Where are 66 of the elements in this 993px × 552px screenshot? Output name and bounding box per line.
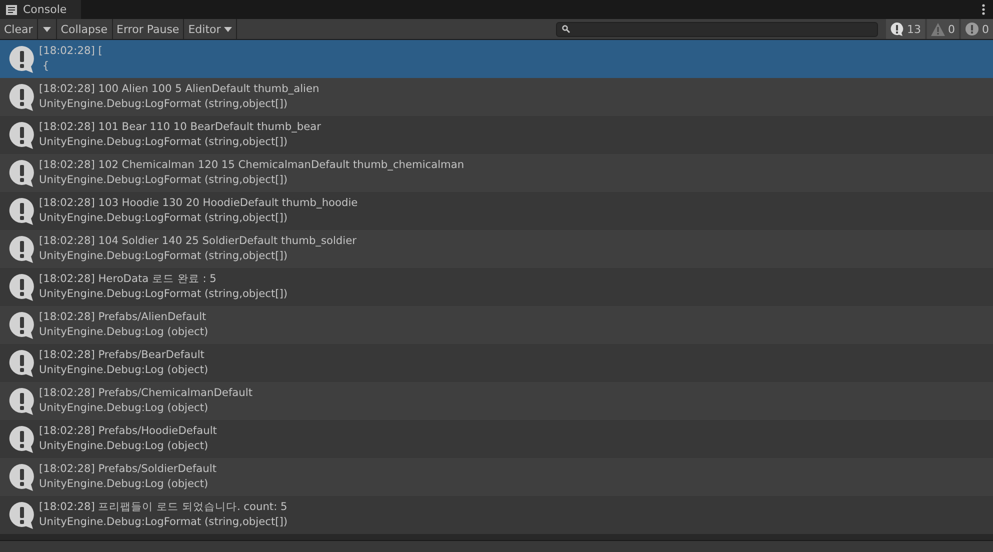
log-message: [18:02:28] 100 Alien 100 5 AlienDefault thumb_alien xyxy=(39,82,320,97)
log-stack: UnityEngine.Debug:LogFormat (string,object[]) xyxy=(39,249,288,264)
log-stack: UnityEngine.Debug:Log (object) xyxy=(39,325,208,340)
search-field[interactable] xyxy=(556,22,878,36)
log-entry[interactable]: [18:02:28] Prefabs/BearDefault UnityEngine.Debug:Log (object) xyxy=(0,344,993,382)
log-message: [18:02:28] [ xyxy=(39,44,102,59)
error-toggle[interactable]: 0 xyxy=(961,19,993,39)
log-message: [18:02:28] HeroData 로드 완료 : 5 xyxy=(39,272,218,287)
log-entry[interactable]: [18:02:28] 102 Chemicalman 120 15 ChemicalmanDefault thumb_chemicalman UnityEngine.Debug:LogFormat (string,object[]) xyxy=(0,154,993,192)
log-icon xyxy=(8,121,36,149)
info-toggle[interactable]: 13 xyxy=(886,19,925,39)
console-tab[interactable]: Console xyxy=(0,0,81,19)
log-icon xyxy=(8,349,36,377)
log-icon xyxy=(8,311,36,339)
log-message: [18:02:28] 103 Hoodie 130 20 HoodieDefault thumb_hoodie xyxy=(39,196,358,211)
log-icon xyxy=(8,273,36,301)
log-stack: UnityEngine.Debug:Log (object) xyxy=(39,439,210,454)
error-icon xyxy=(965,22,979,36)
log-entry[interactable]: [18:02:28] 프리팹들이 로드 되었습니다. count: 5 UnityEngine.Debug:LogFormat (string,object[]) xyxy=(0,496,993,534)
log-message: [18:02:28] Prefabs/AlienDefault xyxy=(39,310,208,325)
caret-icon xyxy=(224,26,232,32)
log-entry[interactable]: [18:02:28] 101 Bear 110 10 BearDefault thumb_bear UnityEngine.Debug:LogFormat (string,object[]) xyxy=(0,116,993,154)
search-icon xyxy=(562,25,570,33)
log-entry[interactable]: [18:02:28] HeroData 로드 완료 : 5 UnityEngine.Debug:LogFormat (string,object[]) xyxy=(0,268,993,306)
log-stack: UnityEngine.Debug:Log (object) xyxy=(39,401,210,416)
log-entry[interactable]: [18:02:28] [ { xyxy=(0,40,993,78)
log-message: [18:02:28] 프리팹들이 로드 되었습니다. count: 5 xyxy=(39,500,288,515)
log-icon xyxy=(8,197,36,225)
log-icon xyxy=(8,463,36,491)
log-entry[interactable]: [18:02:28] Prefabs/HoodieDefault UnityEngine.Debug:Log (object) xyxy=(0,420,993,458)
log-entry[interactable]: [18:02:28] 104 Soldier 140 25 SoldierDefault thumb_soldier UnityEngine.Debug:LogFormat (string,object[]) xyxy=(0,230,993,268)
log-icon xyxy=(8,387,36,415)
log-message: [18:02:28] 101 Bear 110 10 BearDefault thumb_bear xyxy=(39,120,321,135)
log-icon xyxy=(8,159,36,187)
caret-icon xyxy=(42,26,51,32)
log-message: [18:02:28] Prefabs/HoodieDefault xyxy=(39,424,217,439)
log-stack: UnityEngine.Debug:LogFormat (string,object[]) xyxy=(39,515,288,530)
log-stack: UnityEngine.Debug:LogFormat (string,object[]) xyxy=(39,173,288,188)
warning-toggle[interactable]: 0 xyxy=(927,19,959,39)
log-entry[interactable]: [18:02:28] Prefabs/SoldierDefault UnityEngine.Debug:Log (object) xyxy=(0,458,993,496)
log-icon xyxy=(8,83,36,111)
log-entry[interactable]: [18:02:28] Prefabs/ChemicalmanDefault UnityEngine.Debug:Log (object) xyxy=(0,382,993,420)
log-stack: UnityEngine.Debug:LogFormat (string,object[]) xyxy=(39,211,288,226)
log-entry[interactable]: [18:02:28] 103 Hoodie 130 20 HoodieDefault thumb_hoodie UnityEngine.Debug:LogFormat (string,object[]) xyxy=(0,192,993,230)
log-icon xyxy=(8,235,36,263)
log-stack: UnityEngine.Debug:LogFormat (string,object[]) xyxy=(39,135,288,150)
log-stack: { xyxy=(41,59,50,74)
log-message: [18:02:28] Prefabs/BearDefault xyxy=(39,348,206,363)
warning-icon xyxy=(931,22,945,36)
log-stack: UnityEngine.Debug:Log (object) xyxy=(39,477,210,492)
tab-title: Console xyxy=(23,3,67,16)
log-entry[interactable]: [18:02:28] Prefabs/AlienDefault UnityEngine.Debug:Log (object) xyxy=(0,306,993,344)
log-stack: UnityEngine.Debug:LogFormat (string,object[]) xyxy=(39,287,288,302)
more-options-icon[interactable] xyxy=(982,4,985,15)
log-message: [18:02:28] 104 Soldier 140 25 SoldierDefault thumb_soldier xyxy=(39,234,356,249)
log-message: [18:02:28] Prefabs/ChemicalmanDefault xyxy=(39,386,252,401)
log-message: [18:02:28] 102 Chemicalman 120 15 ChemicalmanDefault thumb_chemicalman xyxy=(39,158,464,173)
console-icon xyxy=(6,4,17,14)
log-stack: UnityEngine.Debug:Log (object) xyxy=(39,363,208,378)
info-icon xyxy=(890,22,904,36)
log-entry[interactable]: [18:02:28] 100 Alien 100 5 AlienDefault thumb_alien UnityEngine.Debug:LogFormat (string,object[]) xyxy=(0,78,993,116)
log-icon xyxy=(8,425,36,453)
log-message: [18:02:28] Prefabs/SoldierDefault xyxy=(39,462,216,477)
log-stack: UnityEngine.Debug:LogFormat (string,object[]) xyxy=(39,97,288,112)
log-icon xyxy=(8,45,36,73)
log-icon xyxy=(8,501,36,529)
